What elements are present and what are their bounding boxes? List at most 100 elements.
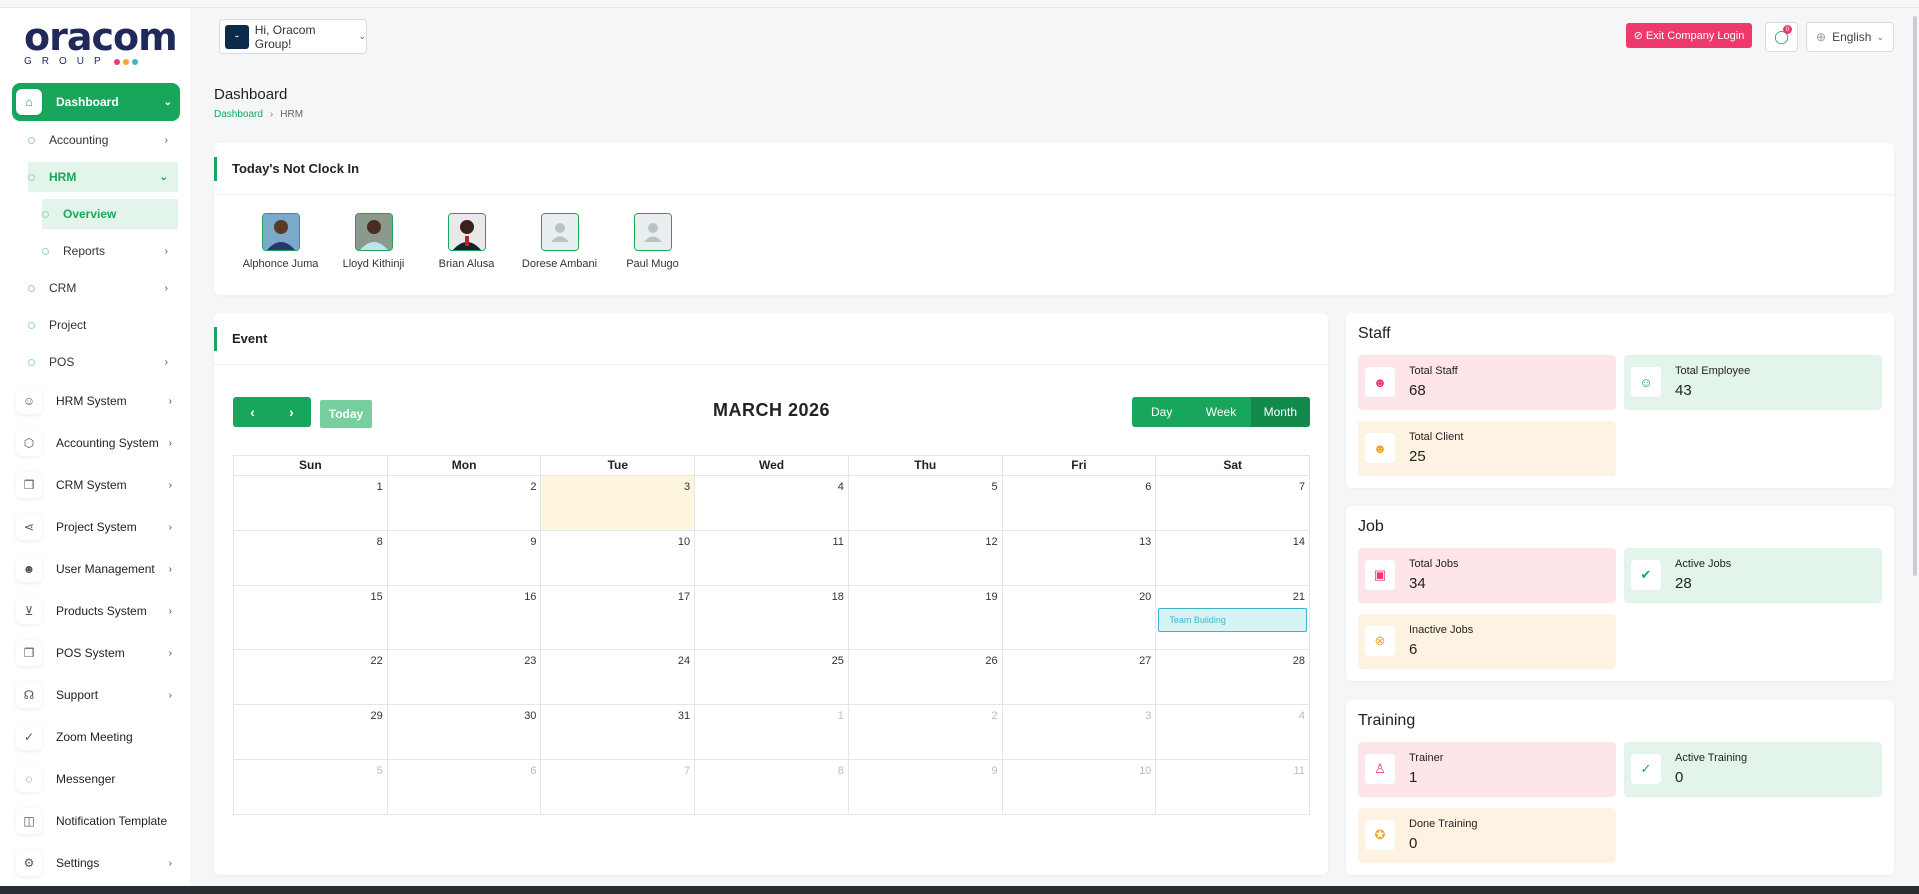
sidebar-item-notification-template[interactable]: ◫ Notification Template <box>12 803 180 839</box>
calendar-day-cell[interactable]: 30 <box>387 705 542 760</box>
person-item[interactable]: Alphonce Juma <box>234 213 327 270</box>
company-label: Hi, Oracom Group! <box>254 22 316 51</box>
calendar-next-button[interactable]: › <box>272 397 311 427</box>
sidebar-item-project[interactable]: Project <box>28 310 178 340</box>
calendar-day-cell[interactable]: 9 <box>387 531 542 586</box>
calendar-day-cell[interactable]: 13 <box>1002 531 1157 586</box>
sidebar-item-hrm[interactable]: HRM ⌄ <box>28 162 178 192</box>
calendar-day-cell[interactable]: 4 <box>695 476 849 531</box>
calendar-day-cell[interactable]: 10 <box>1002 760 1157 815</box>
calendar-event[interactable]: Team Building <box>1158 608 1308 632</box>
person-item[interactable]: Lloyd Kithinji <box>327 213 420 270</box>
calendar-day-cell[interactable]: 23 <box>387 650 542 705</box>
company-switcher[interactable]: ▪▪ Hi, Oracom Group! ⌄ <box>219 19 367 54</box>
language-selector[interactable]: ⊕ English ⌄ <box>1806 22 1894 52</box>
calendar-day-number: 8 <box>837 765 844 777</box>
calendar-day-cell[interactable]: 14 <box>1156 531 1311 586</box>
calendar-day-cell[interactable]: 9 <box>848 760 1003 815</box>
user-card-icon: ☺ <box>1631 367 1661 397</box>
calendar-day-cell[interactable]: 25 <box>695 650 849 705</box>
calendar-day-cell[interactable]: 22 <box>234 650 388 705</box>
exit-company-login-button[interactable]: ⊘ Exit Company Login <box>1626 23 1752 48</box>
sidebar-item-products-system[interactable]: ⊻ Products System › <box>12 593 180 629</box>
sidebar-item-hrm-system[interactable]: ☺ HRM System › <box>12 383 180 419</box>
messages-button[interactable]: ◯ 0 <box>1765 22 1798 52</box>
trainer-stat[interactable]: ♙ Trainer 1 <box>1358 742 1616 797</box>
view-month-button[interactable]: Month <box>1250 397 1310 427</box>
sidebar-item-crm-system[interactable]: ❐ CRM System › <box>12 467 180 503</box>
sidebar-item-accounting[interactable]: Accounting › <box>28 125 178 155</box>
person-item[interactable]: Paul Mugo <box>606 213 699 270</box>
total-jobs-stat[interactable]: ▣ Total Jobs 34 <box>1358 548 1616 603</box>
calendar-day-cell[interactable]: 19 <box>848 586 1003 650</box>
calendar-day-cell[interactable]: 7 <box>541 760 696 815</box>
calendar-day-cell[interactable]: 16 <box>387 586 542 650</box>
total-client-stat[interactable]: ☻ Total Client 25 <box>1358 421 1616 476</box>
sidebar-item-pos-system[interactable]: ❐ POS System › <box>12 635 180 671</box>
calendar-day-cell[interactable]: 20 <box>1002 586 1157 650</box>
calendar-day-cell[interactable]: 3 <box>541 476 696 531</box>
breadcrumb-home-link[interactable]: Dashboard <box>214 109 263 120</box>
calendar-day-cell[interactable]: 29 <box>234 705 388 760</box>
calendar-day-cell[interactable]: 27 <box>1002 650 1157 705</box>
calendar-day-cell[interactable]: 12 <box>848 531 1003 586</box>
calendar-day-cell[interactable]: 24 <box>541 650 696 705</box>
calendar-day-cell[interactable]: 6 <box>1002 476 1157 531</box>
calendar-day-cell[interactable]: 5 <box>848 476 1003 531</box>
calendar-day-cell[interactable]: 31 <box>541 705 696 760</box>
calendar-day-cell[interactable]: 11 <box>1156 760 1311 815</box>
person-item[interactable]: Brian Alusa <box>420 213 513 270</box>
calendar-day-cell[interactable]: 10 <box>541 531 696 586</box>
calendar-day-cell[interactable]: 5 <box>234 760 388 815</box>
view-day-button[interactable]: Day <box>1132 397 1191 427</box>
page-scrollbar[interactable] <box>1913 16 1917 576</box>
calendar-week-row: 15 16 17 18 19 20 21 Team Building <box>234 586 1311 650</box>
chevron-right-icon: › <box>168 647 172 659</box>
calendar-day-cell[interactable]: 6 <box>387 760 542 815</box>
staff-title: Staff <box>1358 325 1391 342</box>
calendar-day-cell[interactable]: 17 <box>541 586 696 650</box>
calendar-day-cell[interactable]: 18 <box>695 586 849 650</box>
calendar-today-button[interactable]: Today <box>320 400 372 428</box>
calendar-day-cell[interactable]: 1 <box>234 476 388 531</box>
person-item[interactable]: Dorese Ambani <box>513 213 606 270</box>
total-staff-stat[interactable]: ☻ Total Staff 68 <box>1358 355 1616 410</box>
calendar-day-cell[interactable]: 2 <box>387 476 542 531</box>
sidebar-item-accounting-system[interactable]: ⬡ Accounting System › <box>12 425 180 461</box>
active-training-stat[interactable]: ✓ Active Training 0 <box>1624 742 1882 797</box>
sidebar-item-dashboard[interactable]: ⌂ Dashboard ⌄ <box>12 83 180 121</box>
calendar-day-cell[interactable]: 26 <box>848 650 1003 705</box>
active-jobs-stat[interactable]: ✔ Active Jobs 28 <box>1624 548 1882 603</box>
sidebar-item-project-system[interactable]: ⋖ Project System › <box>12 509 180 545</box>
sidebar-item-crm[interactable]: CRM › <box>28 273 178 303</box>
calendar-day-cell[interactable]: 7 <box>1156 476 1311 531</box>
sidebar-item-support[interactable]: ☊ Support › <box>12 677 180 713</box>
calendar-day-cell[interactable]: 3 <box>1002 705 1157 760</box>
sidebar-item-settings[interactable]: ⚙ Settings › <box>12 845 180 881</box>
sidebar-item-messenger[interactable]: ◌ Messenger <box>12 761 180 797</box>
sidebar-item-reports[interactable]: Reports › <box>42 236 178 266</box>
calendar-prev-button[interactable]: ‹ <box>233 397 272 427</box>
sidebar-item-user-management[interactable]: ☻ User Management › <box>12 551 180 587</box>
calendar-day-cell[interactable]: 11 <box>695 531 849 586</box>
sidebar-item-zoom-meeting[interactable]: ✓ Zoom Meeting <box>12 719 180 755</box>
calendar-day-cell[interactable]: 15 <box>234 586 388 650</box>
done-training-stat[interactable]: ✪ Done Training 0 <box>1358 808 1616 863</box>
view-week-button[interactable]: Week <box>1191 397 1250 427</box>
calendar-day-cell[interactable]: 21 Team Building <box>1156 586 1311 650</box>
total-employee-stat[interactable]: ☺ Total Employee 43 <box>1624 355 1882 410</box>
inactive-jobs-stat[interactable]: ⊗ Inactive Jobs 6 <box>1358 614 1616 669</box>
person-name: Alphonce Juma <box>242 258 319 270</box>
sidebar-item-pos[interactable]: POS › <box>28 347 178 377</box>
calendar-day-cell[interactable]: 4 <box>1156 705 1311 760</box>
calendar-day-cell[interactable]: 28 <box>1156 650 1311 705</box>
sidebar-item-label: Accounting <box>49 133 109 147</box>
brand-logo[interactable]: oracom GROUP <box>24 18 178 68</box>
calendar-day-cell[interactable]: 2 <box>848 705 1003 760</box>
calendar-day-cell[interactable]: 8 <box>234 531 388 586</box>
sidebar-item-overview[interactable]: Overview <box>42 199 178 229</box>
staff-card: Staff ☻ Total Staff 68 ☺ Total Employee … <box>1346 313 1894 488</box>
sidebar-item-label: Products System <box>56 604 147 618</box>
calendar-day-cell[interactable]: 8 <box>695 760 849 815</box>
calendar-day-cell[interactable]: 1 <box>695 705 849 760</box>
